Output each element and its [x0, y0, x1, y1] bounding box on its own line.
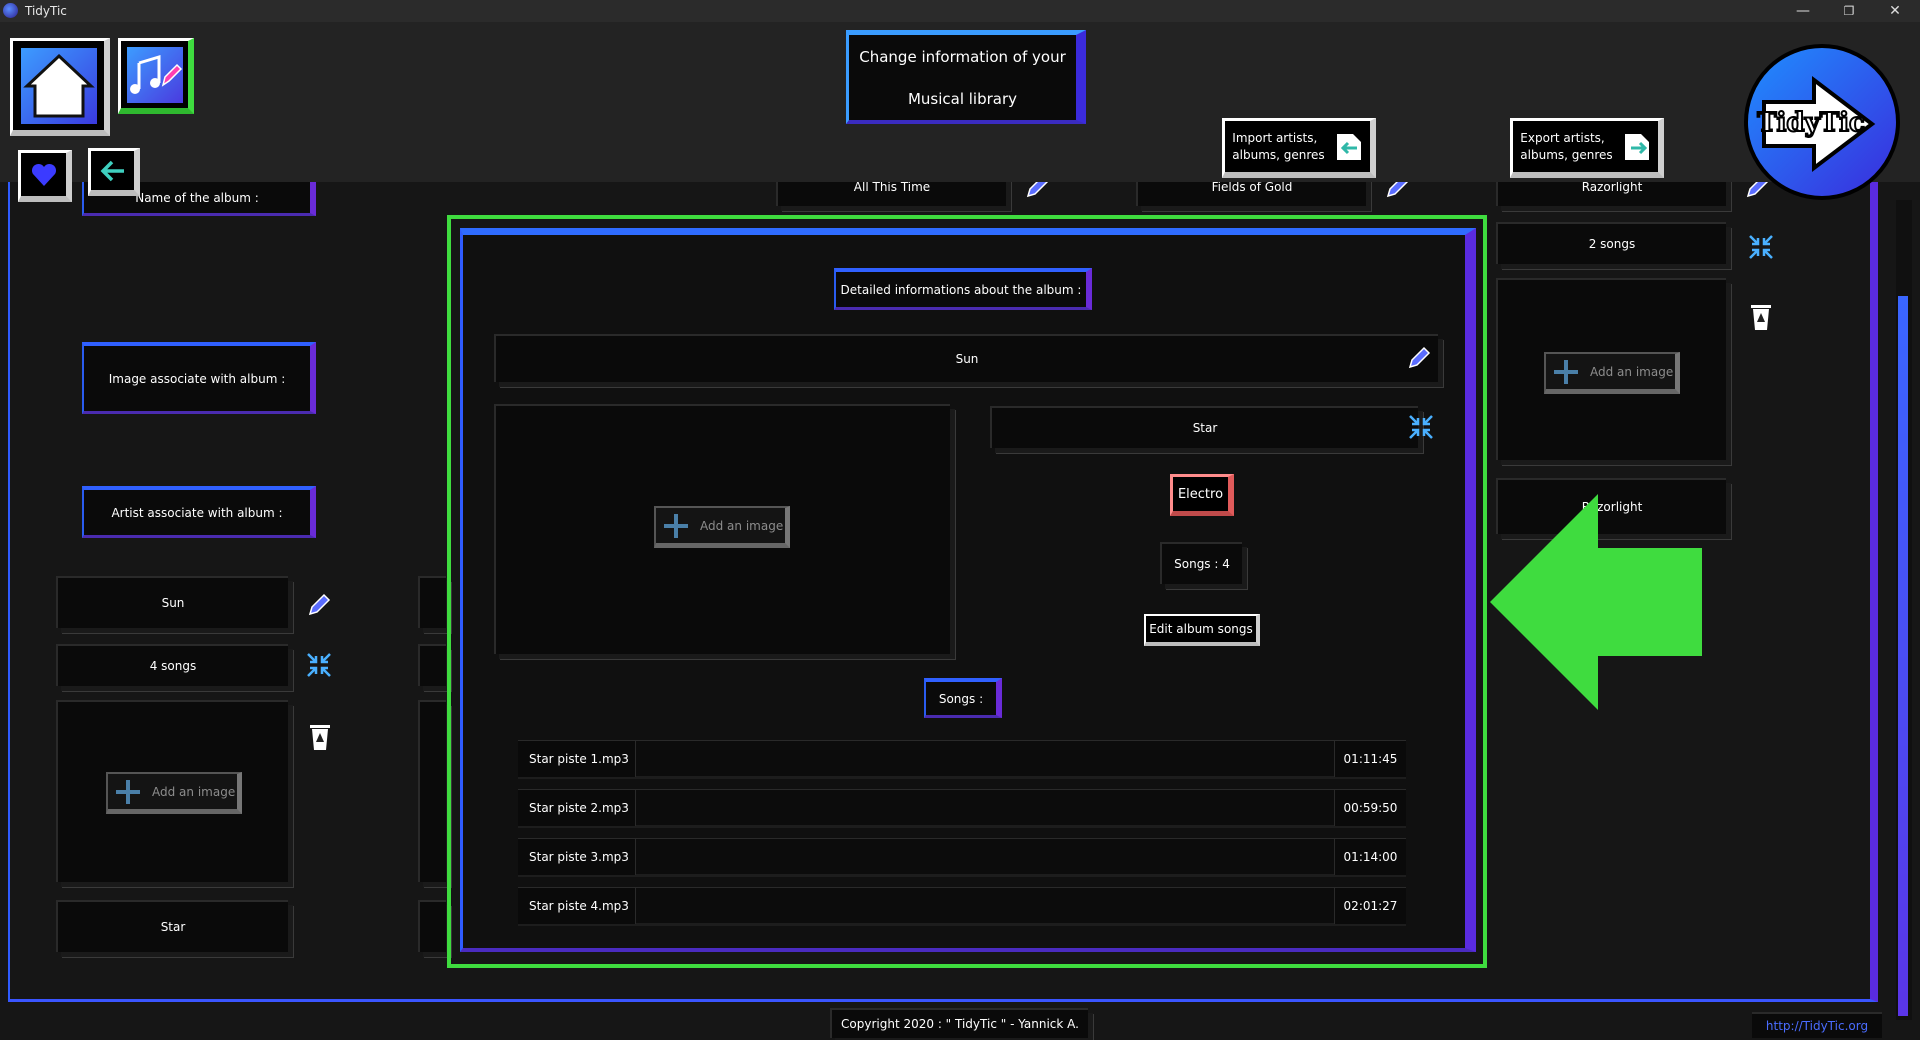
heart-icon — [31, 163, 56, 186]
partial-card — [418, 644, 446, 686]
trash-icon[interactable] — [307, 722, 333, 752]
song-name: Star piste 4.mp3 — [518, 888, 636, 924]
detail-artist: Star — [990, 406, 1418, 448]
partial-card — [418, 900, 446, 952]
left-add-image-button[interactable]: Add an image — [106, 772, 242, 814]
copyright-text: Copyright 2020 : " TidyTic " - Yannick A… — [830, 1008, 1088, 1038]
music-edit-icon — [126, 46, 183, 103]
left-artist: Star — [56, 900, 288, 952]
edit-pencil-icon[interactable] — [1406, 345, 1432, 371]
song-duration: 01:11:45 — [1334, 741, 1406, 777]
website-link[interactable]: http://TidyTic.org — [1752, 1012, 1882, 1038]
partial-card — [418, 700, 446, 882]
right-add-image-button[interactable]: Add an image — [1544, 352, 1680, 394]
export-button[interactable]: Export artists, albums, genres — [1510, 118, 1664, 178]
detail-add-image-button[interactable]: Add an image — [654, 506, 790, 548]
artist-label: Artist associate with album : — [82, 486, 316, 538]
songs-count-badge: Songs : 4 — [1160, 542, 1242, 584]
song-row[interactable]: Star piste 3.mp3 01:14:00 — [518, 838, 1406, 875]
song-duration: 02:01:27 — [1334, 888, 1406, 924]
close-button[interactable]: ✕ — [1872, 0, 1918, 22]
plus-icon — [662, 512, 690, 540]
collapse-arrows-icon[interactable] — [1408, 414, 1434, 440]
restore-button[interactable]: ❐ — [1826, 0, 1872, 22]
app-icon — [3, 3, 18, 18]
import-file-icon — [1336, 133, 1361, 160]
import-button[interactable]: Import artists, albums, genres — [1222, 118, 1376, 178]
song-duration: 01:14:00 — [1334, 839, 1406, 875]
song-name: Star piste 3.mp3 — [518, 839, 636, 875]
edit-pencil-icon[interactable] — [306, 592, 332, 618]
song-name: Star piste 2.mp3 — [518, 790, 636, 826]
plus-icon — [1552, 358, 1580, 386]
title-bar — [0, 0, 1920, 22]
window-title: TidyTic — [25, 4, 67, 18]
song-row[interactable]: Star piste 1.mp3 01:11:45 — [518, 740, 1406, 777]
edit-album-songs-button[interactable]: Edit album songs — [1144, 614, 1260, 646]
home-button[interactable] — [10, 38, 110, 136]
song-row[interactable]: Star piste 4.mp3 02:01:27 — [518, 887, 1406, 924]
songs-label: Songs : — [924, 678, 1002, 718]
left-song-count: 4 songs — [56, 644, 288, 686]
song-name: Star piste 1.mp3 — [518, 741, 636, 777]
page-title: Change information of your Musical libra… — [846, 30, 1086, 124]
left-album-name: Sun — [56, 576, 288, 628]
home-icon — [20, 47, 97, 124]
scrollbar-track[interactable] — [1896, 200, 1912, 1020]
music-library-button[interactable] — [118, 38, 194, 114]
back-button[interactable] — [88, 148, 140, 196]
genre-badge: Electro — [1170, 474, 1234, 516]
right-song-count: 2 songs — [1496, 222, 1726, 264]
minimize-button[interactable]: — — [1780, 0, 1826, 22]
collapse-arrows-icon[interactable] — [306, 652, 332, 678]
green-arrow-icon — [1490, 494, 1702, 710]
detail-heading: Detailed informations about the album : — [834, 268, 1092, 310]
plus-icon — [114, 778, 142, 806]
collapse-arrows-icon[interactable] — [1748, 234, 1774, 260]
arrow-left-icon — [100, 160, 124, 181]
partial-card — [418, 576, 446, 628]
song-duration: 00:59:50 — [1334, 790, 1406, 826]
tidytic-logo: TidyTic — [1742, 42, 1902, 202]
song-row[interactable]: Star piste 2.mp3 00:59:50 — [518, 789, 1406, 826]
export-file-icon — [1624, 133, 1649, 160]
logo-text: TidyTic — [1756, 107, 1866, 139]
favorites-button[interactable] — [18, 150, 72, 202]
trash-icon[interactable] — [1748, 302, 1774, 332]
detail-album-name: Sun — [494, 334, 1438, 382]
image-label: Image associate with album : — [82, 342, 316, 414]
scrollbar-thumb[interactable] — [1898, 296, 1908, 1016]
